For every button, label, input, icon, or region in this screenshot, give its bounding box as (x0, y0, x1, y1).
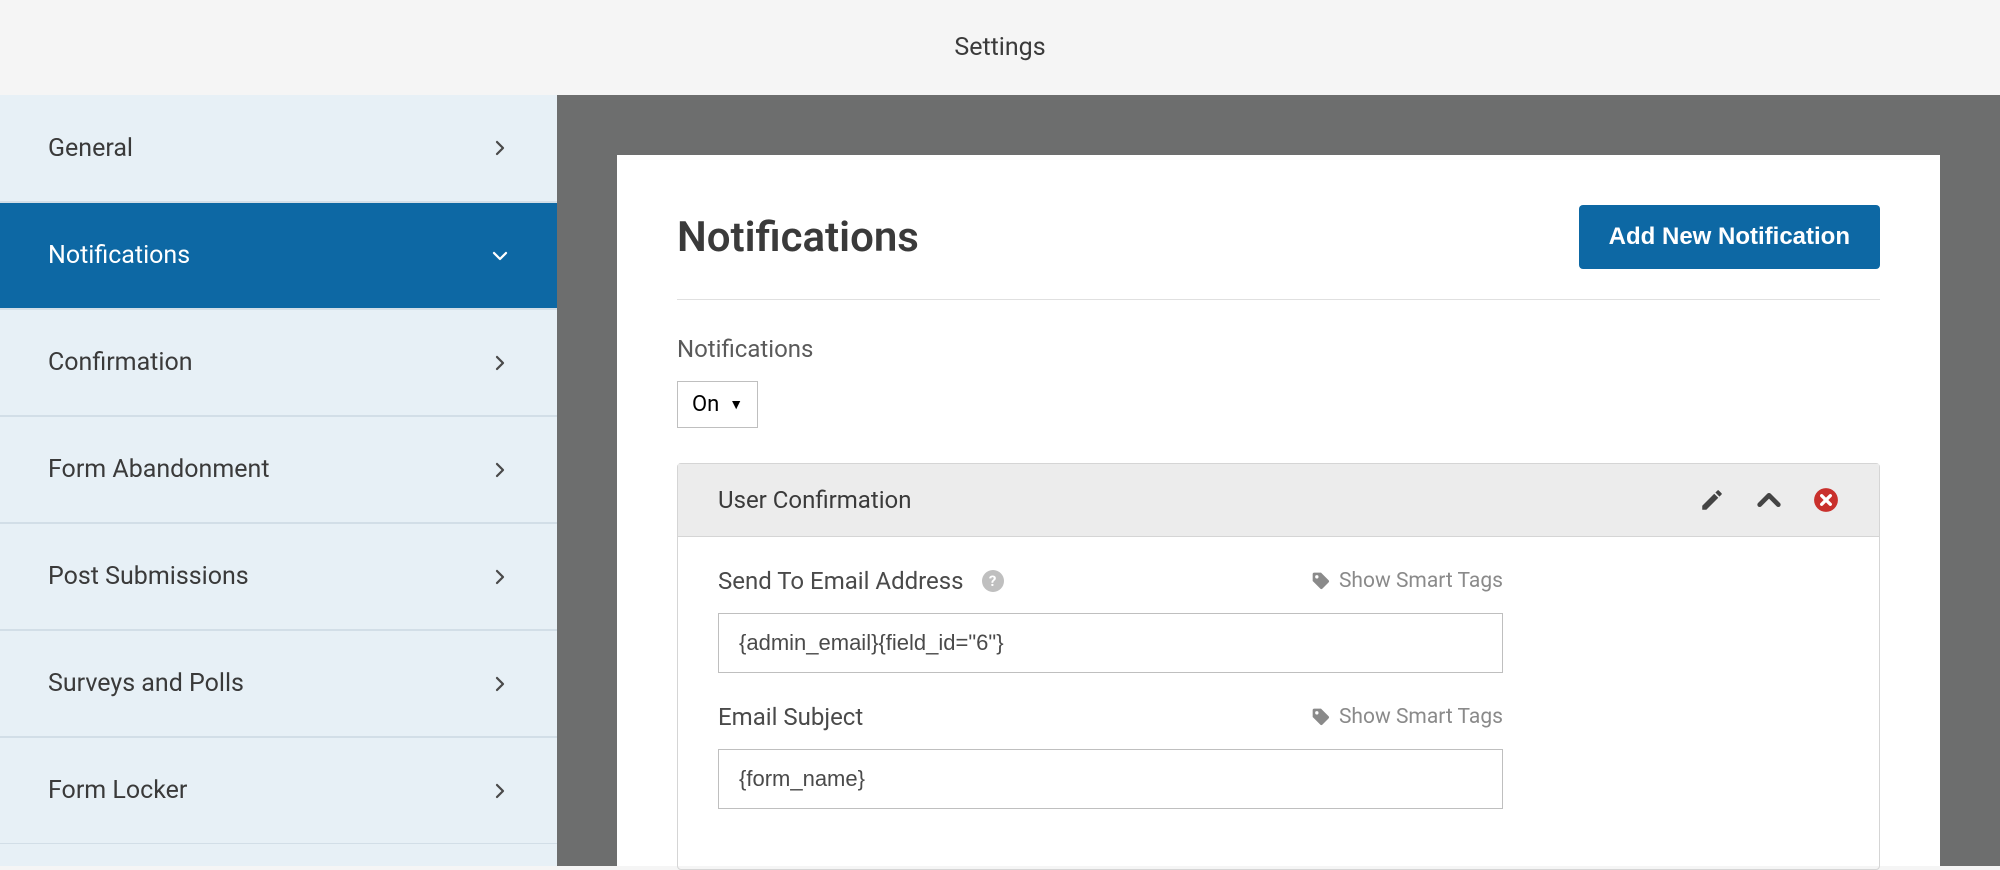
sidebar-item-label: Confirmation (48, 348, 193, 377)
sidebar-item-label: Post Submissions (48, 562, 249, 591)
notifications-toggle-section: Notifications On ▼ (677, 335, 1880, 428)
main-area: Notifications Add New Notification Notif… (557, 95, 2000, 866)
settings-panel: Notifications Add New Notification Notif… (617, 155, 1940, 866)
delete-icon[interactable] (1813, 487, 1839, 513)
chevron-right-icon (491, 461, 509, 479)
sidebar-item-label: General (48, 134, 133, 163)
field-header: Send To Email Address ? Show Smart Tags (718, 567, 1503, 595)
chevron-right-icon (491, 675, 509, 693)
chevron-right-icon (491, 139, 509, 157)
panel-title: Notifications (677, 213, 919, 262)
sidebar-item-surveys-and-polls[interactable]: Surveys and Polls (0, 630, 557, 737)
field-label-text: Email Subject (718, 703, 863, 731)
show-smart-tags-link[interactable]: Show Smart Tags (1311, 569, 1503, 593)
sidebar-item-label: Notifications (48, 241, 190, 270)
show-smart-tags-link[interactable]: Show Smart Tags (1311, 705, 1503, 729)
tag-icon (1311, 571, 1331, 591)
notification-title: User Confirmation (718, 486, 912, 514)
email-subject-label: Email Subject (718, 703, 863, 731)
smart-tags-label: Show Smart Tags (1339, 569, 1503, 593)
sidebar-item-form-abandonment[interactable]: Form Abandonment (0, 416, 557, 523)
chevron-right-icon (491, 354, 509, 372)
settings-sidebar: General Notifications Confirmation Form … (0, 95, 557, 866)
field-header: Email Subject Show Smart Tags (718, 703, 1503, 731)
edit-icon[interactable] (1699, 487, 1725, 513)
notifications-toggle-label: Notifications (677, 335, 1880, 363)
page-header: Settings (0, 0, 2000, 95)
dropdown-caret-icon: ▼ (729, 396, 743, 413)
send-to-label: Send To Email Address ? (718, 567, 1004, 595)
help-icon[interactable]: ? (982, 570, 1004, 592)
field-label-text: Send To Email Address (718, 567, 964, 595)
notifications-toggle-value: On (692, 392, 719, 417)
sidebar-item-form-locker[interactable]: Form Locker (0, 737, 557, 844)
panel-header: Notifications Add New Notification (677, 205, 1880, 300)
sidebar-item-label: Form Locker (48, 776, 187, 805)
notification-body: Send To Email Address ? Show Smart Tags (678, 537, 1879, 869)
sidebar-item-confirmation[interactable]: Confirmation (0, 309, 557, 416)
header-title: Settings (954, 33, 1045, 62)
sidebar-item-general[interactable]: General (0, 95, 557, 202)
add-new-notification-button[interactable]: Add New Notification (1579, 205, 1880, 269)
chevron-down-icon (491, 247, 509, 265)
chevron-right-icon (491, 568, 509, 586)
chevron-right-icon (491, 782, 509, 800)
sidebar-item-notifications[interactable]: Notifications (0, 202, 557, 309)
sidebar-item-label: Form Abandonment (48, 455, 270, 484)
send-to-field: Send To Email Address ? Show Smart Tags (718, 567, 1839, 673)
notification-block: User Confirmation (677, 463, 1880, 870)
notifications-toggle-select[interactable]: On ▼ (677, 381, 758, 428)
notification-block-header: User Confirmation (678, 464, 1879, 537)
sidebar-item-post-submissions[interactable]: Post Submissions (0, 523, 557, 630)
sidebar-item-label: Surveys and Polls (48, 669, 244, 698)
email-subject-input[interactable] (718, 749, 1503, 809)
collapse-icon[interactable] (1755, 486, 1783, 514)
tag-icon (1311, 707, 1331, 727)
email-subject-field: Email Subject Show Smart Tags (718, 703, 1839, 809)
send-to-input[interactable] (718, 613, 1503, 673)
smart-tags-label: Show Smart Tags (1339, 705, 1503, 729)
notification-actions (1699, 486, 1839, 514)
body-wrap: General Notifications Confirmation Form … (0, 95, 2000, 866)
